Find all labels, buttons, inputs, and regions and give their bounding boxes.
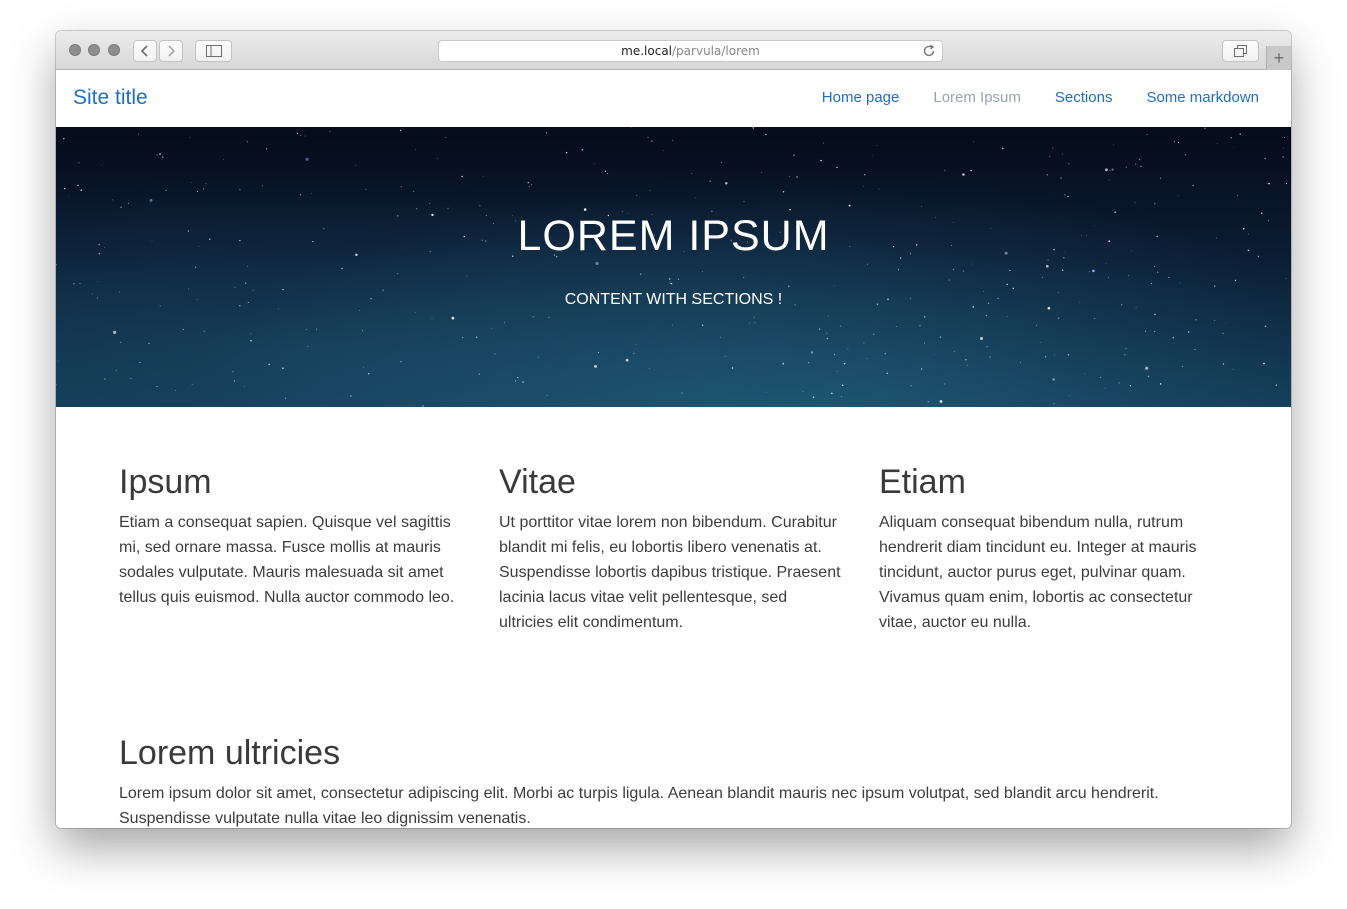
url-host: me.local xyxy=(621,44,673,58)
full-section-body: Lorem ipsum dolor sit amet, consectetur … xyxy=(119,785,1159,827)
back-button[interactable] xyxy=(133,40,157,62)
tabs-overview-icon xyxy=(1233,45,1247,57)
browser-toolbar: me.local/parvula/lorem + xyxy=(56,31,1291,71)
new-tab-button[interactable]: + xyxy=(1266,46,1291,71)
section-body: Aliquam consequat bibendum nulla, rutrum… xyxy=(879,514,1197,631)
hero-banner: LOREM IPSUM CONTENT WITH SECTIONS ! xyxy=(56,127,1291,407)
section-column: Ipsum Etiam a consequat sapien. Quisque … xyxy=(119,463,464,610)
section-heading: Vitae xyxy=(499,463,576,501)
url-path: /parvula/lorem xyxy=(672,44,760,58)
site-title-link[interactable]: Site title xyxy=(73,86,148,110)
nav-link-home-page[interactable]: Home page xyxy=(822,89,900,106)
nav-link-lorem-ipsum[interactable]: Lorem Ipsum xyxy=(933,89,1021,106)
section-column: Etiam Aliquam consequat bibendum nulla, … xyxy=(879,463,1224,635)
nav-link-some-markdown[interactable]: Some markdown xyxy=(1146,89,1259,106)
close-window-button[interactable] xyxy=(69,44,81,56)
nav-links: Home page Lorem Ipsum Sections Some mark… xyxy=(822,89,1259,106)
starfield-background xyxy=(56,127,1288,407)
forward-button[interactable] xyxy=(159,40,183,62)
chevron-right-icon xyxy=(168,45,176,57)
address-bar[interactable]: me.local/parvula/lorem xyxy=(438,40,943,62)
nav-link-sections[interactable]: Sections xyxy=(1055,89,1113,106)
show-tabs-button[interactable] xyxy=(1222,40,1259,62)
browser-window: me.local/parvula/lorem + Site title Home… xyxy=(56,31,1291,828)
full-width-section: Lorem ultricies Lorem ipsum dolor sit am… xyxy=(119,734,1229,828)
section-body: Etiam a consequat sapien. Quisque vel sa… xyxy=(119,514,455,606)
chevron-left-icon xyxy=(140,45,148,57)
site-navbar: Site title Home page Lorem Ipsum Section… xyxy=(56,70,1291,127)
zoom-window-button[interactable] xyxy=(108,44,120,56)
minimize-window-button[interactable] xyxy=(88,44,100,56)
full-section-heading: Lorem ultricies xyxy=(119,734,341,772)
reload-icon[interactable] xyxy=(922,44,936,58)
hero-title: LOREM IPSUM xyxy=(517,212,830,260)
section-heading: Ipsum xyxy=(119,463,212,501)
plus-icon: + xyxy=(1273,48,1285,68)
section-heading: Etiam xyxy=(879,463,966,501)
hero-subtitle: CONTENT WITH SECTIONS ! xyxy=(564,291,783,308)
sidebar-icon xyxy=(205,45,222,57)
section-column: Vitae Ut porttitor vitae lorem non biben… xyxy=(499,463,844,635)
section-body: Ut porttitor vitae lorem non bibendum. C… xyxy=(499,514,841,631)
page-content: Ipsum Etiam a consequat sapien. Quisque … xyxy=(56,407,1291,828)
sidebar-toggle-button[interactable] xyxy=(195,40,232,62)
